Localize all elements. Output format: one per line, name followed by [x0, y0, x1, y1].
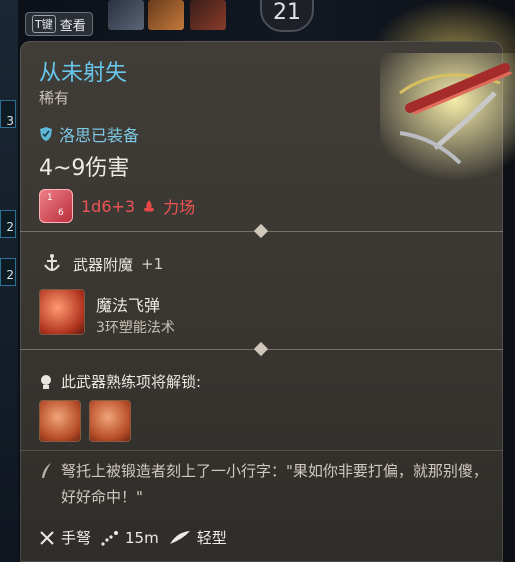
enchantment-header: 武器附魔 +1 [39, 253, 163, 275]
feather-icon [169, 530, 190, 544]
view-key-hint[interactable]: T键 查看 [25, 12, 93, 36]
spell-name: 魔法飞弹 [96, 296, 161, 315]
damage-type: 力场 [163, 198, 196, 217]
proficiency-header: 此武器熟练项将解锁: [39, 371, 201, 392]
item-rarity: 稀有 [39, 89, 70, 107]
d6-dice-icon: 1 6 [39, 189, 73, 223]
spell-detail: 3环塑能法术 [96, 320, 175, 336]
enchantment-title: 武器附魔 [73, 255, 134, 274]
damage-range: 4~9伤害 [39, 156, 130, 181]
weapon-range-label: 15m [125, 528, 159, 547]
dice-face: 6 [58, 208, 64, 218]
weapon-type: 手弩 [39, 527, 91, 548]
equipped-status: 洛思已装备 [39, 122, 139, 146]
flavor-text-block: 弩托上被锻造者刻上了一小行字："果如你非要打偏，就那别傻，好好命中！" [39, 458, 494, 510]
item-tooltip: 从未射失 稀有 洛思已装备 4~9伤害 1 6 1d6+3 力场 武器附魔 +1… [20, 41, 515, 562]
crossed-bolts-icon [40, 530, 54, 545]
dotted-arc-icon [101, 530, 119, 546]
slot-count: 2 [6, 220, 14, 234]
equipped-label: 洛思已装备 [59, 126, 140, 145]
shield-check-icon [40, 127, 52, 141]
slot-count: 2 [6, 268, 14, 282]
item-name: 从未射失 [39, 61, 128, 86]
hotbar-item-weapon[interactable] [190, 0, 226, 30]
weapon-weight-label: 轻型 [196, 529, 227, 547]
divider-notch [253, 223, 269, 239]
dice-face: 1 [47, 193, 53, 203]
slot-count: 3 [6, 114, 14, 128]
proficiency-action-icon[interactable] [39, 400, 81, 442]
proficiency-action-icon[interactable] [89, 400, 131, 442]
weapon-range: 15m [101, 529, 159, 547]
hotbar-item-dagger[interactable] [108, 0, 144, 30]
view-label: 查看 [59, 18, 86, 34]
damage-dice-row: 1 6 1d6+3 力场 [39, 189, 195, 223]
weapon-type-label: 手弩 [61, 529, 92, 547]
weapon-properties: 手弩 15m 轻型 [39, 527, 227, 548]
section-divider [20, 450, 503, 451]
hotbar-item-bread[interactable] [148, 0, 184, 30]
weapon-weight: 轻型 [169, 527, 227, 548]
quill-icon [42, 463, 51, 478]
hand-crossbow-image [380, 53, 515, 188]
lightbulb-icon [41, 374, 51, 389]
anchor-star-icon [44, 254, 60, 271]
divider-notch [253, 341, 269, 357]
damage-dice: 1d6+3 [81, 196, 136, 216]
enchantment-bonus: +1 [141, 255, 164, 273]
key-badge: T键 [32, 15, 56, 33]
proficiency-title: 此武器熟练项将解锁: [61, 373, 202, 391]
magic-missile-spell-icon[interactable] [39, 289, 85, 335]
force-damage-icon [144, 200, 155, 212]
flavor-text: 弩托上被锻造者刻上了一小行字："果如你非要打偏，就那别傻，好好命中！" [61, 462, 488, 506]
